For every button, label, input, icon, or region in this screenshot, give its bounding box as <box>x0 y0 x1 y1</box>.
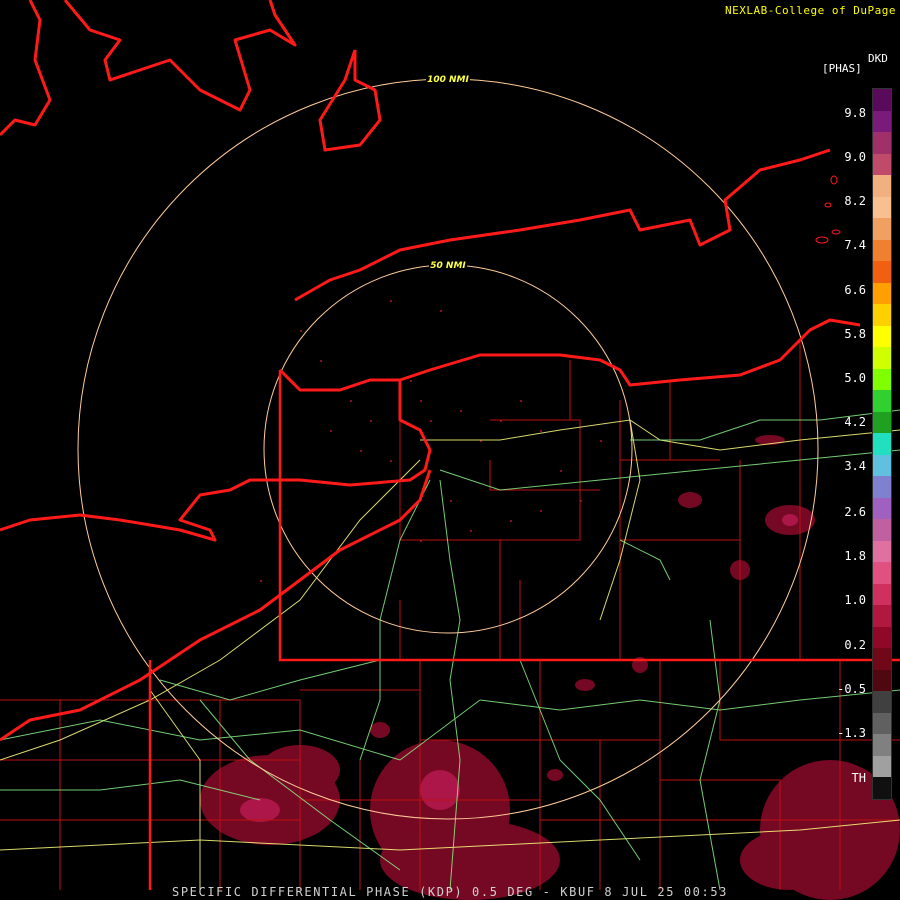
color-scale-bar <box>872 88 892 800</box>
range-ring-inner-label: 50 NMI <box>430 261 466 271</box>
color-scale-swatch <box>873 605 891 627</box>
color-scale-tick-label: 2.6 <box>844 505 866 519</box>
color-scale-swatch <box>873 583 891 605</box>
color-scale-swatch <box>873 476 891 498</box>
color-scale-tick-label: 8.2 <box>844 194 866 208</box>
color-scale-swatch <box>873 196 891 218</box>
color-scale-tick-label: 4.2 <box>844 415 866 429</box>
color-scale-tick-label: 7.4 <box>844 238 866 252</box>
radar-map: 100 NMI 50 NMI <box>0 0 900 900</box>
small-islands <box>815 175 841 244</box>
color-scale-swatch <box>873 648 891 670</box>
color-scale-swatch <box>873 540 891 562</box>
color-scale-tick-label: 3.4 <box>844 459 866 473</box>
color-scale-swatch <box>873 132 891 154</box>
color-scale-swatch <box>873 304 891 326</box>
color-scale-tick-label: TH <box>851 771 866 785</box>
color-scale-swatch <box>873 218 891 240</box>
color-scale-swatch <box>873 734 891 756</box>
color-scale-swatch <box>873 562 891 584</box>
color-scale-swatch <box>873 712 891 734</box>
color-scale-swatch <box>873 433 891 455</box>
color-scale-swatch <box>873 239 891 261</box>
color-scale-swatch <box>873 626 891 648</box>
data-credit: NEXLAB-College of DuPage <box>725 4 896 17</box>
color-scale-tick-label: 1.8 <box>844 549 866 563</box>
color-scale-swatch <box>873 325 891 347</box>
color-scale-tick-label: -0.5 <box>837 682 866 696</box>
color-scale-tick-label: 6.6 <box>844 283 866 297</box>
color-scale-swatch <box>873 89 891 111</box>
color-scale-tick-label: 9.0 <box>844 150 866 164</box>
color-scale-swatch <box>873 454 891 476</box>
color-scale-tick-label: 1.0 <box>844 593 866 607</box>
color-scale-tick-label: 5.8 <box>844 327 866 341</box>
color-scale-swatch <box>873 691 891 713</box>
color-scale-swatch <box>873 175 891 197</box>
color-scale-tick-label: 0.2 <box>844 638 866 652</box>
coastlines <box>0 0 861 742</box>
color-scale-tick-label: 5.0 <box>844 371 866 385</box>
color-scale-tick-label: -1.3 <box>837 726 866 740</box>
color-scale-swatch <box>873 368 891 390</box>
range-ring-inner <box>263 264 633 634</box>
legend-unit: [PHAS] <box>822 62 862 75</box>
range-ring-outer-label: 100 NMI <box>427 75 469 85</box>
color-scale-swatch <box>873 519 891 541</box>
color-scale-swatch <box>873 347 891 369</box>
color-scale-swatch <box>873 755 891 777</box>
color-scale-swatch <box>873 110 891 132</box>
color-scale-swatch <box>873 497 891 519</box>
color-scale-swatch <box>873 282 891 304</box>
color-scale-swatch <box>873 669 891 691</box>
color-scale-swatch <box>873 390 891 412</box>
color-scale-swatch <box>873 777 891 799</box>
legend-product-code: DKD <box>868 52 888 65</box>
color-scale-swatch <box>873 153 891 175</box>
product-footer: SPECIFIC DIFFERENTIAL PHASE (KDP) 0.5 DE… <box>172 885 728 899</box>
color-scale-swatch <box>873 411 891 433</box>
color-scale-tick-label: 9.8 <box>844 106 866 120</box>
color-scale-swatch <box>873 261 891 283</box>
